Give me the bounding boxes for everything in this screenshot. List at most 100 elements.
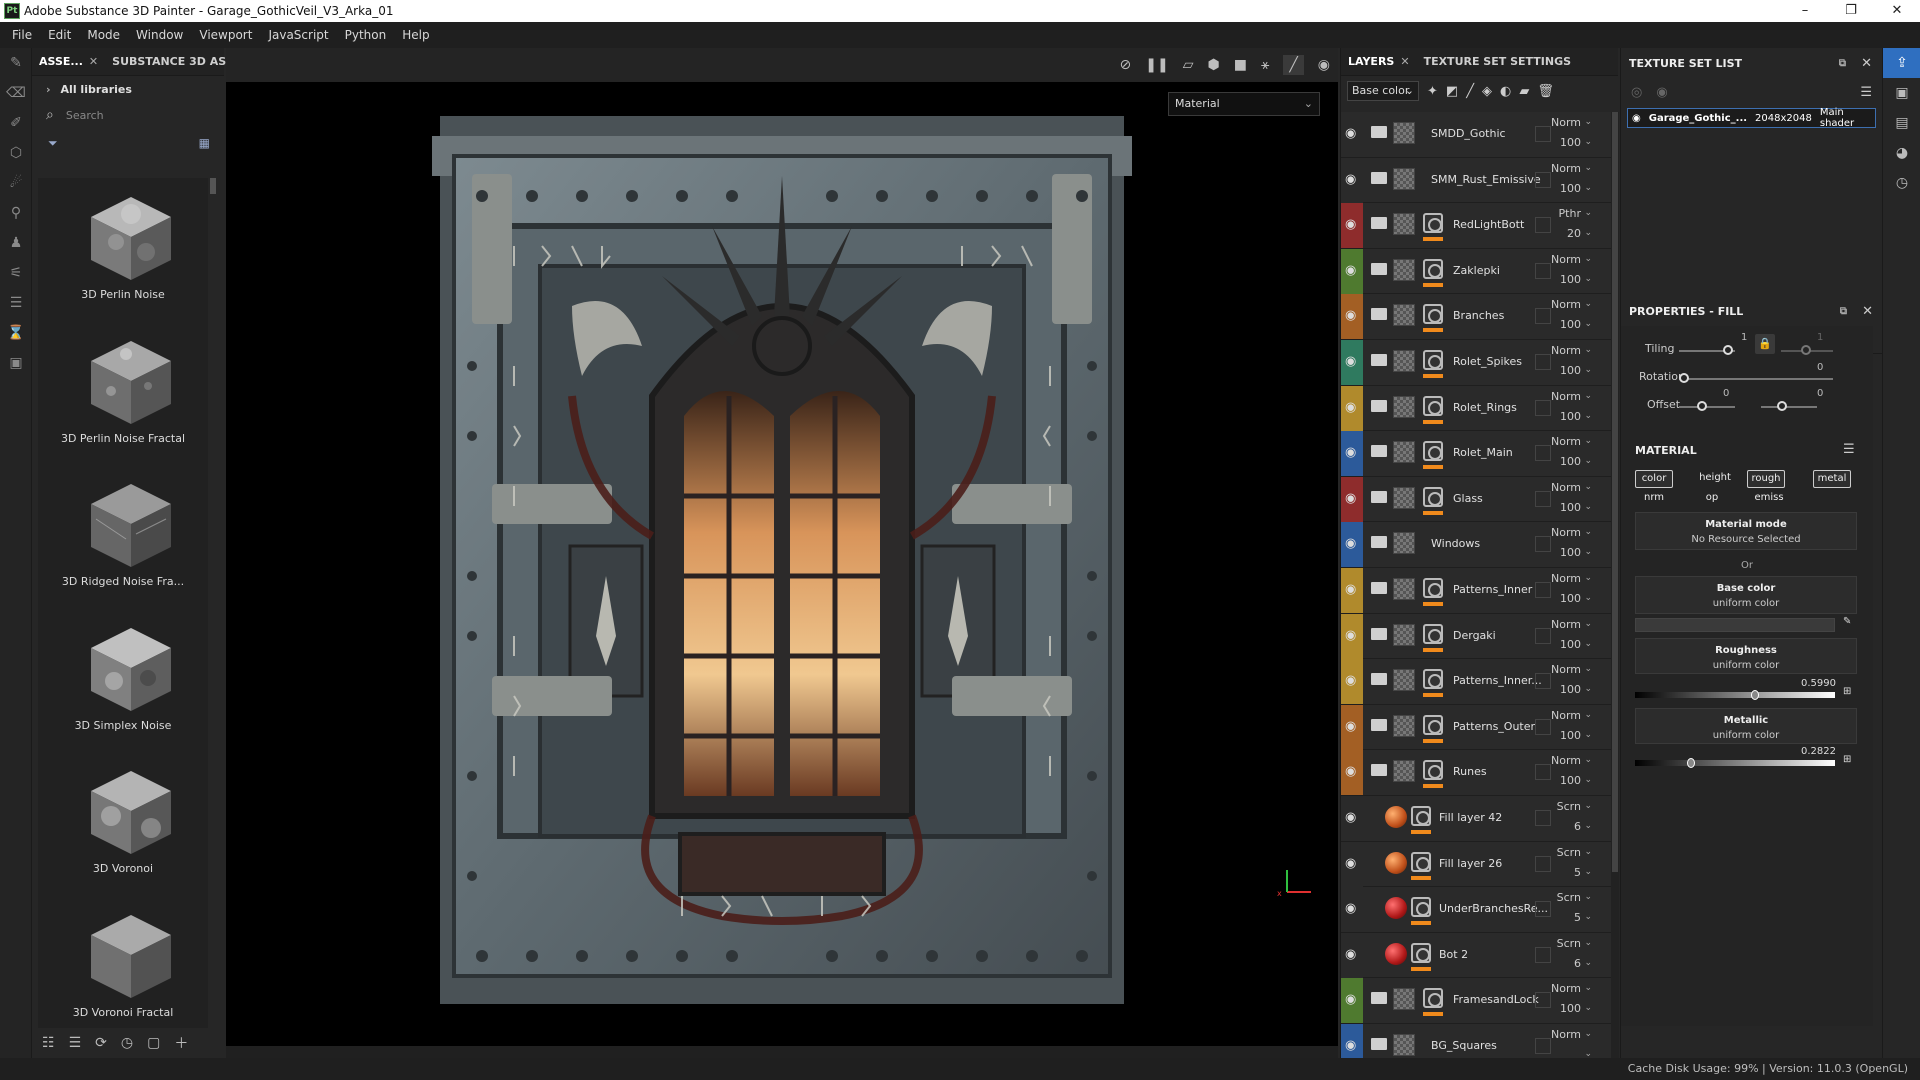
folder-icon[interactable]: [1371, 445, 1387, 458]
close-icon[interactable]: ✕: [89, 55, 98, 68]
layer-checkbox[interactable]: [1535, 126, 1551, 142]
chevron-down-icon[interactable]: ⌄: [1584, 183, 1592, 193]
mask-icon[interactable]: [1423, 714, 1443, 735]
asset-scrollbar[interactable]: [210, 178, 216, 1028]
layer-blend-mode[interactable]: Norm: [1551, 344, 1581, 357]
layer-blend-mode[interactable]: Norm: [1551, 116, 1581, 129]
roughness-slider-handle[interactable]: [1750, 690, 1759, 700]
material-mode-box[interactable]: Material mode No Resource Selected: [1635, 512, 1857, 550]
chevron-down-icon[interactable]: ⌄: [1584, 639, 1592, 649]
layer-checkbox[interactable]: [1535, 718, 1551, 735]
environment-icon[interactable]: ◕: [1883, 138, 1920, 168]
layer-checkbox[interactable]: [1535, 673, 1551, 690]
folder-icon[interactable]: [1371, 992, 1387, 1005]
layer-blend-mode[interactable]: Norm: [1551, 618, 1581, 631]
menu-file[interactable]: File: [4, 28, 40, 42]
tab-texture-set-settings[interactable]: TEXTURE SET SETTINGS: [1417, 55, 1578, 68]
metallic-slider-handle[interactable]: [1687, 758, 1696, 768]
layer-row[interactable]: ◉ UnderBranchesRe... Scrn ⌄ 5 ⌄: [1341, 887, 1611, 933]
add-effect-icon[interactable]: ✦: [1427, 84, 1438, 99]
base-color-box[interactable]: Base color uniform color: [1635, 576, 1857, 614]
layer-checkbox[interactable]: [1535, 490, 1551, 507]
chevron-down-icon[interactable]: ⌄: [1584, 365, 1592, 375]
eye-icon[interactable]: ◉: [1632, 113, 1641, 124]
add-mask-icon[interactable]: ◩: [1446, 84, 1458, 99]
layer-blend-mode[interactable]: Scrn: [1557, 937, 1581, 950]
eye-icon[interactable]: ◉: [1345, 764, 1356, 779]
tiling-slider-2[interactable]: [1801, 345, 1811, 355]
chevron-down-icon[interactable]: ⌄: [1584, 527, 1592, 537]
layer-opacity[interactable]: 100: [1560, 364, 1581, 377]
layer-opacity[interactable]: 100: [1560, 774, 1581, 787]
layer-checkbox[interactable]: [1535, 581, 1551, 598]
layer-checkbox[interactable]: [1535, 1037, 1551, 1054]
layer-row[interactable]: ◉ Patterns_Inner... Norm ⌄ 100 ⌄: [1341, 659, 1611, 705]
eyedropper-icon[interactable]: ✎: [1843, 616, 1851, 627]
tab-assets[interactable]: ASSE... ✕: [32, 55, 105, 68]
layer-row[interactable]: ◉ FramesandLock Norm ⌄ 100 ⌄: [1341, 978, 1611, 1024]
folder-icon[interactable]: [1371, 673, 1387, 686]
close-icon[interactable]: ✕: [1862, 304, 1873, 319]
chevron-down-icon[interactable]: ⌄: [1584, 228, 1592, 238]
layer-blend-mode[interactable]: Norm: [1551, 253, 1581, 266]
layer-blend-mode[interactable]: Norm: [1551, 982, 1581, 995]
link-icon[interactable]: ⊞: [1843, 686, 1851, 697]
folder-icon[interactable]: [1371, 399, 1387, 412]
chevron-down-icon[interactable]: ⌄: [1584, 775, 1592, 785]
base-color-swatch[interactable]: [1635, 618, 1835, 632]
eye-icon[interactable]: ◉: [1345, 901, 1356, 916]
bake-icon[interactable]: ☰: [0, 288, 32, 318]
layer-blend-mode[interactable]: Norm: [1551, 526, 1581, 539]
channel-toggle-op[interactable]: op: [1693, 490, 1731, 508]
eye-icon[interactable]: ◉: [1345, 491, 1356, 506]
delete-icon[interactable]: 🗑: [1537, 84, 1554, 99]
layer-opacity[interactable]: 100: [1560, 638, 1581, 651]
eye-icon[interactable]: ◉: [1345, 582, 1356, 597]
add-icon[interactable]: ＋: [174, 1033, 188, 1053]
chevron-down-icon[interactable]: ⌄: [1584, 664, 1592, 674]
layer-blend-mode[interactable]: Norm: [1551, 390, 1581, 403]
layer-blend-mode[interactable]: Norm: [1551, 663, 1581, 676]
layer-opacity[interactable]: 100: [1560, 1002, 1581, 1015]
eye-icon[interactable]: ◉: [1345, 445, 1356, 460]
layer-blend-mode[interactable]: Scrn: [1557, 891, 1581, 904]
3d-view-icon[interactable]: ⬢: [1207, 57, 1219, 73]
eye-icon[interactable]: ◉: [1345, 1038, 1356, 1053]
folder-icon[interactable]: [1371, 308, 1387, 321]
layer-row[interactable]: ◉ Dergaki Norm ⌄ 100 ⌄: [1341, 613, 1611, 660]
layer-opacity[interactable]: 100: [1560, 592, 1581, 605]
layer-opacity[interactable]: 5: [1574, 866, 1581, 879]
smudge-icon[interactable]: ☄: [0, 168, 32, 198]
fill-layer-icon[interactable]: ◈: [1482, 84, 1492, 99]
asset-tile[interactable]: 3D Ridged Noise Fra...: [38, 465, 208, 609]
folder-icon[interactable]: [1371, 126, 1387, 138]
layer-checkbox[interactable]: [1535, 901, 1551, 918]
chevron-down-icon[interactable]: ⌄: [1584, 137, 1592, 147]
mask-icon[interactable]: [1423, 760, 1443, 781]
menu-icon[interactable]: ☰: [1860, 85, 1872, 100]
chevron-down-icon[interactable]: ⌄: [1584, 163, 1592, 173]
maximize-button[interactable]: ❐: [1828, 0, 1874, 22]
layer-checkbox[interactable]: [1535, 946, 1551, 963]
texture-set-row[interactable]: ◉ Garage_Gothic_... 2048x2048 Main shade…: [1627, 107, 1876, 129]
layer-row[interactable]: ◉ Patterns_Inner Norm ⌄ 100 ⌄: [1341, 567, 1611, 614]
chevron-down-icon[interactable]: ⌄: [1584, 547, 1592, 557]
chevron-down-icon[interactable]: ⌄: [1584, 867, 1592, 877]
display-settings-icon[interactable]: ▣: [1883, 78, 1920, 108]
brush-icon[interactable]: ╱: [1283, 55, 1304, 75]
tiling-slider[interactable]: [1723, 345, 1733, 355]
list-view-icon[interactable]: ☰: [69, 1035, 82, 1051]
channel-toggle-nrm[interactable]: nrm: [1635, 490, 1673, 508]
channel-toggle-rough[interactable]: rough: [1747, 470, 1785, 488]
chevron-down-icon[interactable]: ⌄: [1584, 938, 1592, 948]
close-button[interactable]: ✕: [1874, 0, 1920, 22]
folder-icon[interactable]: [1371, 262, 1387, 275]
chevron-down-icon[interactable]: ⌄: [1584, 684, 1592, 694]
eye-icon[interactable]: ◉: [1345, 856, 1356, 871]
menu-javascript[interactable]: JavaScript: [260, 28, 336, 42]
layer-row[interactable]: ◉ Fill layer 26 Scrn ⌄ 5 ⌄: [1341, 841, 1611, 888]
chevron-down-icon[interactable]: ⌄: [1584, 983, 1592, 993]
layer-blend-mode[interactable]: Norm: [1551, 162, 1581, 175]
eye-icon[interactable]: ◉: [1345, 217, 1356, 232]
smart-material-icon[interactable]: ◐: [1500, 84, 1511, 99]
